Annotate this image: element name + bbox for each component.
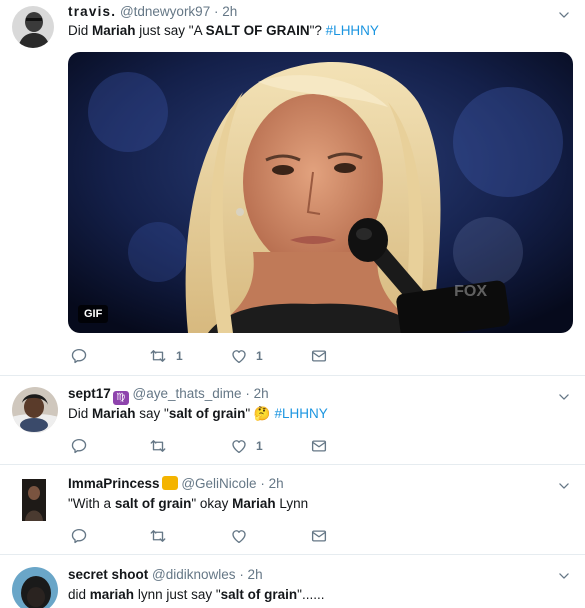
crown-emoji-icon <box>161 476 178 490</box>
tweet-header: travis. @tdnewyork97 · 2h <box>68 4 237 19</box>
dm-button[interactable] <box>310 437 328 455</box>
envelope-icon <box>310 347 328 365</box>
tweet-card[interactable]: secret shoot @didiknowles · 2h did maria… <box>0 555 585 608</box>
text-part: Lynn <box>275 496 309 511</box>
virgo-emoji-icon: ♍ <box>112 391 129 405</box>
like-count: 1 <box>256 439 263 453</box>
text-part: just say "A <box>135 23 206 38</box>
display-name[interactable]: travis. <box>68 4 116 19</box>
text-part: "With a <box>68 496 115 511</box>
chevron-down-icon[interactable] <box>557 8 571 22</box>
tweet-text: Did Mariah just say "A SALT OF GRAIN"? #… <box>68 22 379 40</box>
envelope-icon <box>310 527 328 545</box>
avatar[interactable] <box>12 567 58 608</box>
watermark-text: FOX <box>454 283 487 300</box>
reply-icon <box>70 437 88 455</box>
text-part: say " <box>135 406 169 421</box>
tweet-header: ImmaPrincess @GeliNicole · 2h <box>68 476 284 491</box>
reply-button[interactable] <box>70 527 88 545</box>
tweet-header: sept17 ♍ @aye_thats_dime · 2h <box>68 386 269 405</box>
timestamp[interactable]: · 2h <box>214 4 237 19</box>
hashtag-link[interactable]: #LHHNY <box>274 406 327 421</box>
reply-icon <box>70 527 88 545</box>
gif-media[interactable]: FOX GIF <box>68 52 573 333</box>
thinking-emoji: 🤔 <box>253 406 271 421</box>
retweet-button[interactable]: 1 <box>148 347 183 365</box>
hashtag-link[interactable]: #LHHNY <box>326 23 379 38</box>
retweet-icon <box>148 527 168 545</box>
retweet-button[interactable] <box>148 527 168 545</box>
reply-button[interactable] <box>70 437 88 455</box>
retweet-button[interactable] <box>148 437 168 455</box>
dm-button[interactable] <box>310 347 328 365</box>
avatar[interactable] <box>12 387 58 433</box>
username[interactable]: @didiknowles <box>152 567 236 582</box>
reply-icon <box>70 347 88 365</box>
retweet-icon <box>148 347 168 365</box>
tweet-card[interactable]: ImmaPrincess @GeliNicole · 2h "With a sa… <box>0 465 585 555</box>
chevron-down-icon[interactable] <box>557 390 571 404</box>
text-bold: salt of grain <box>114 496 192 511</box>
reply-button[interactable] <box>70 347 88 365</box>
gif-badge: GIF <box>78 305 109 323</box>
text-bold: salt of grain <box>168 406 246 421</box>
display-name[interactable]: secret shoot <box>68 567 148 582</box>
text-part: lynn just say " <box>134 587 221 602</box>
tweet-card[interactable]: sept17 ♍ @aye_thats_dime · 2h Did Mariah … <box>0 376 585 465</box>
tweet-text: "With a salt of grain" okay Mariah Lynn <box>68 495 308 513</box>
timestamp[interactable]: · 2h <box>260 476 283 491</box>
text-mention-bold: Mariah <box>92 23 136 38</box>
username[interactable]: @tdnewyork97 <box>120 4 210 19</box>
text-part: Did <box>68 406 93 421</box>
heart-icon <box>230 527 248 545</box>
text-mention-bold: Mariah <box>92 406 136 421</box>
avatar[interactable] <box>12 6 54 48</box>
tweet-actions: 1 <box>68 437 368 455</box>
tweet-text: Did Mariah say "salt of grain" 🤔 #LHHNY <box>68 405 328 423</box>
username[interactable]: @GeliNicole <box>181 476 256 491</box>
username[interactable]: @aye_thats_dime <box>133 386 242 401</box>
retweet-icon <box>148 437 168 455</box>
text-bold: salt of grain <box>220 587 298 602</box>
text-mention-bold: Mariah <box>232 496 276 511</box>
tweet-header: secret shoot @didiknowles · 2h <box>68 567 263 582</box>
gif-frame-image <box>68 52 573 333</box>
heart-icon <box>230 347 248 365</box>
timestamp[interactable]: · 2h <box>245 386 268 401</box>
like-button[interactable] <box>230 527 248 545</box>
avatar[interactable] <box>22 479 46 521</box>
text-bold: SALT OF GRAIN <box>205 23 310 38</box>
display-name[interactable]: ImmaPrincess <box>68 476 160 491</box>
timestamp[interactable]: · 2h <box>239 567 262 582</box>
text-part: "? <box>309 23 326 38</box>
text-part: " okay <box>191 496 233 511</box>
text-part: did <box>68 587 90 602</box>
text-mention-bold: mariah <box>89 587 135 602</box>
envelope-icon <box>310 437 328 455</box>
chevron-down-icon[interactable] <box>557 479 571 493</box>
like-button[interactable]: 1 <box>230 437 263 455</box>
like-button[interactable]: 1 <box>230 347 263 365</box>
text-part: " <box>245 406 254 421</box>
dm-button[interactable] <box>310 527 328 545</box>
chevron-down-icon[interactable] <box>557 569 571 583</box>
tweet-text: did mariah lynn just say "salt of grain"… <box>68 586 324 604</box>
retweet-count: 1 <box>176 349 183 363</box>
tweet-actions <box>68 527 368 545</box>
heart-icon <box>230 437 248 455</box>
display-name[interactable]: sept17 <box>68 386 111 401</box>
tweet-card[interactable]: travis. @tdnewyork97 · 2h Did Mariah jus… <box>0 0 585 376</box>
tweet-actions: 1 1 <box>68 347 368 365</box>
text-part: "...... <box>297 587 325 602</box>
like-count: 1 <box>256 349 263 363</box>
text-part: Did <box>68 23 93 38</box>
